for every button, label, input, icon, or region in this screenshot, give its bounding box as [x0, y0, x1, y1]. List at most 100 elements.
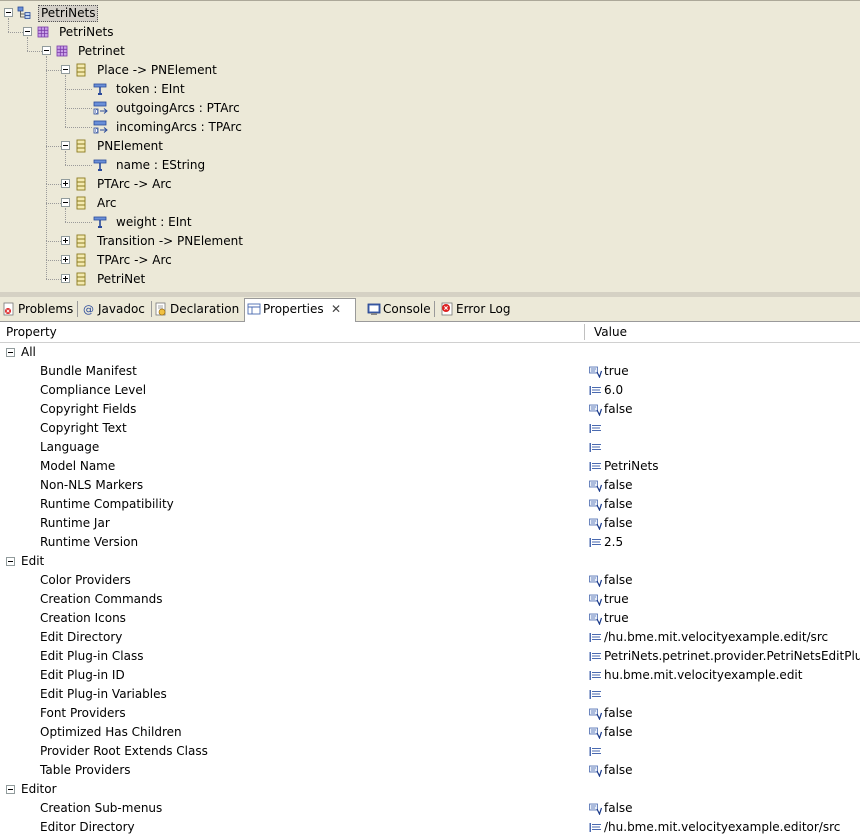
property-value[interactable]: false	[604, 761, 633, 780]
tab-console[interactable]: Console	[365, 299, 433, 319]
property-category-editor[interactable]: Editor	[0, 780, 860, 799]
property-value[interactable]: false	[604, 704, 633, 723]
collapse-toggle-icon[interactable]	[6, 785, 15, 794]
text-value-icon	[589, 384, 602, 396]
property-row-provider-root-extends-class[interactable]: Provider Root Extends Class	[0, 742, 860, 761]
property-row-language[interactable]: Language	[0, 438, 860, 457]
property-value[interactable]: false	[604, 400, 633, 419]
model-tree[interactable]: PetriNets PetriNets Petrinet Place -> PNEle…	[0, 0, 860, 293]
property-row-creation-sub-menus[interactable]: Creation Sub-menus false	[0, 799, 860, 818]
tree-node-petrinets[interactable]: PetriNets	[0, 23, 860, 42]
property-row-runtime-version[interactable]: Runtime Version 2.5	[0, 533, 860, 552]
tab-separator	[77, 301, 78, 317]
property-row-creation-icons[interactable]: Creation Icons true	[0, 609, 860, 628]
tree-node-label: Place -> PNElement	[97, 63, 217, 77]
collapse-toggle-icon[interactable]	[23, 27, 32, 36]
property-row-non-nls-markers[interactable]: Non-NLS Markers false	[0, 476, 860, 495]
close-icon[interactable]: ✕	[331, 299, 341, 319]
svg-text:0: 0	[95, 128, 98, 134]
column-header-property[interactable]: Property	[6, 322, 57, 342]
model-root-icon	[17, 6, 31, 20]
tab-javadoc[interactable]: @ Javadoc	[80, 299, 150, 319]
collapse-toggle-icon[interactable]	[61, 65, 70, 74]
tree-node-label: PTArc -> Arc	[97, 177, 172, 191]
collapse-toggle-icon[interactable]	[6, 348, 15, 357]
property-row-editor-directory[interactable]: Editor Directory/hu.bme.mit.velocityexam…	[0, 818, 860, 837]
property-value[interactable]: true	[604, 362, 629, 381]
tree-node-arc[interactable]: Arc	[0, 194, 860, 213]
tree-node-tparc-arc[interactable]: TPArc -> Arc	[0, 251, 860, 270]
property-row-model-name[interactable]: Model Name PetriNets	[0, 457, 860, 476]
property-value[interactable]: /hu.bme.mit.velocityexample.edit/src	[604, 628, 828, 647]
property-value[interactable]: 2.5	[604, 533, 623, 552]
property-row-compliance-level[interactable]: Compliance Level 6.0	[0, 381, 860, 400]
property-row-copyright-text[interactable]: Copyright Text	[0, 419, 860, 438]
expand-toggle-icon[interactable]	[61, 236, 70, 245]
collapse-toggle-icon[interactable]	[4, 8, 13, 17]
eclass-icon	[74, 196, 88, 210]
tree-node-incomingarcs-tparc[interactable]: 0 incomingArcs : TPArc	[0, 118, 860, 137]
property-value[interactable]: /hu.bme.mit.velocityexample.editor/src	[604, 818, 840, 837]
property-value[interactable]: PetriNets	[604, 457, 658, 476]
property-row-bundle-manifest[interactable]: Bundle Manifest true	[0, 362, 860, 381]
tab-error-log[interactable]: Error Log	[438, 299, 518, 319]
tree-node-petrinet[interactable]: PetriNet	[0, 270, 860, 289]
collapse-toggle-icon[interactable]	[6, 557, 15, 566]
property-row-runtime-compatibility[interactable]: Runtime Compatibility false	[0, 495, 860, 514]
tree-node-outgoingarcs-ptarc[interactable]: 0 outgoingArcs : PTArc	[0, 99, 860, 118]
property-value[interactable]: false	[604, 799, 633, 818]
property-row-creation-commands[interactable]: Creation Commands true	[0, 590, 860, 609]
property-category-edit[interactable]: Edit	[0, 552, 860, 571]
tab-declaration[interactable]: Declaration	[152, 299, 240, 319]
javadoc-icon: @	[82, 302, 96, 316]
property-row-edit-directory[interactable]: Edit Directory/hu.bme.mit.velocityexampl…	[0, 628, 860, 647]
property-value[interactable]: false	[604, 571, 633, 590]
collapse-toggle-icon[interactable]	[61, 141, 70, 150]
expand-toggle-icon[interactable]	[61, 274, 70, 283]
column-divider[interactable]	[584, 324, 585, 340]
property-value[interactable]: false	[604, 723, 633, 742]
property-row-table-providers[interactable]: Table Providers false	[0, 761, 860, 780]
property-row-runtime-jar[interactable]: Runtime Jar false	[0, 514, 860, 533]
property-row-edit-plug-in-class[interactable]: Edit Plug-in Class PetriNets.petrinet.pro…	[0, 647, 860, 666]
property-value[interactable]: 6.0	[604, 381, 623, 400]
tree-node-ptarc-arc[interactable]: PTArc -> Arc	[0, 175, 860, 194]
tab-problems[interactable]: Problems	[0, 299, 76, 319]
view-tab-bar: Problems @ Javadoc Declaration Properties ✕ Co…	[0, 297, 860, 322]
property-value[interactable]: false	[604, 495, 633, 514]
tab-label: Properties	[263, 302, 324, 316]
tree-node-weight-eint[interactable]: weight : EInt	[0, 213, 860, 232]
collapse-toggle-icon[interactable]	[61, 198, 70, 207]
tree-node-place-pnelement[interactable]: Place -> PNElement	[0, 61, 860, 80]
property-name: Runtime Compatibility	[40, 497, 174, 511]
property-value[interactable]: PetriNets.petrinet.provider.PetriNetsEdi…	[604, 647, 860, 666]
property-value[interactable]: true	[604, 609, 629, 628]
text-value-icon	[589, 821, 602, 833]
collapse-toggle-icon[interactable]	[42, 46, 51, 55]
property-row-copyright-fields[interactable]: Copyright Fields false	[0, 400, 860, 419]
tree-node-pnelement[interactable]: PNElement	[0, 137, 860, 156]
property-category-all[interactable]: All	[0, 343, 860, 362]
property-row-color-providers[interactable]: Color Providers false	[0, 571, 860, 590]
tree-node-petrinets[interactable]: PetriNets	[0, 4, 860, 23]
property-name: Table Providers	[40, 763, 131, 777]
property-value[interactable]: true	[604, 590, 629, 609]
tree-node-transition-pnelement[interactable]: Transition -> PNElement	[0, 232, 860, 251]
tree-node-petrinet[interactable]: Petrinet	[0, 42, 860, 61]
property-value[interactable]: hu.bme.mit.velocityexample.edit	[604, 666, 802, 685]
property-row-edit-plug-in-id[interactable]: Edit Plug-in ID hu.bme.mit.velocityexampl…	[0, 666, 860, 685]
expand-toggle-icon[interactable]	[61, 179, 70, 188]
property-row-optimized-has-children[interactable]: Optimized Has Children false	[0, 723, 860, 742]
text-value-icon	[589, 460, 602, 472]
tab-properties[interactable]: Properties ✕	[244, 298, 356, 322]
expand-toggle-icon[interactable]	[61, 255, 70, 264]
property-row-edit-plug-in-variables[interactable]: Edit Plug-in Variables	[0, 685, 860, 704]
column-header-value[interactable]: Value	[594, 322, 627, 342]
property-value[interactable]: false	[604, 514, 633, 533]
eclass-icon	[74, 234, 88, 248]
property-value[interactable]: false	[604, 476, 633, 495]
tree-node-token-eint[interactable]: token : EInt	[0, 80, 860, 99]
property-row-font-providers[interactable]: Font Providers false	[0, 704, 860, 723]
tree-node-label: PetriNets	[59, 25, 114, 39]
tree-node-name-estring[interactable]: name : EString	[0, 156, 860, 175]
